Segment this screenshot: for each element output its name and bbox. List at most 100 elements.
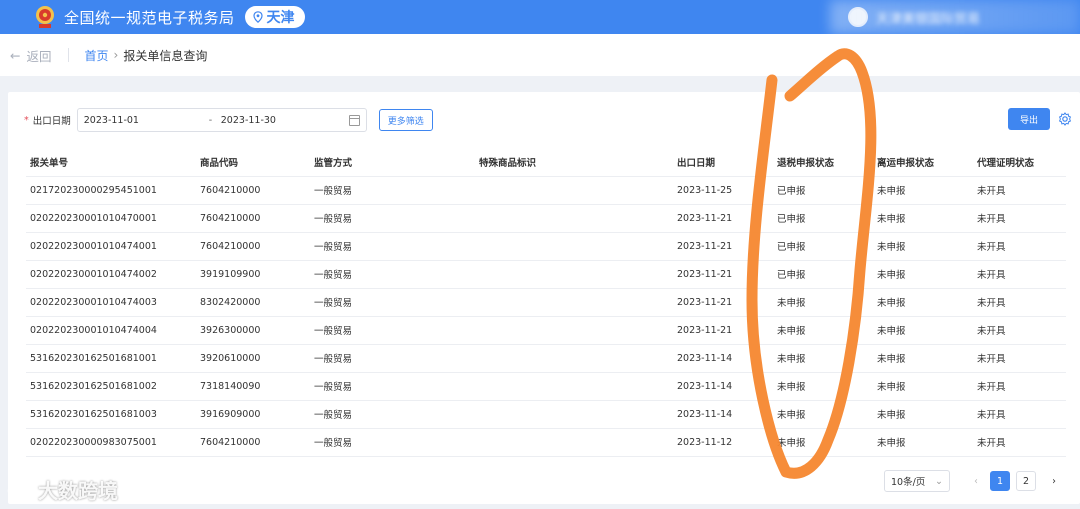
start-date-input[interactable]: 2023-11-01	[84, 115, 209, 126]
table-cell: 2023-11-14	[673, 372, 773, 401]
table-cell: 7604210000	[196, 204, 310, 233]
column-header: 离运申报状态	[873, 148, 973, 177]
table-cell	[475, 260, 673, 289]
more-filter-button[interactable]: 更多筛选	[378, 109, 433, 131]
table-cell: 未申报	[873, 204, 973, 233]
table-cell: 2023-11-21	[673, 316, 773, 345]
table-cell: 020220230001010474004	[26, 316, 196, 345]
date-range-picker[interactable]: 2023-11-01 - 2023-11-30	[76, 108, 367, 132]
filter-row: * 出口日期 2023-11-01 - 2023-11-30 更多筛选	[24, 108, 433, 132]
table-cell: 未申报	[873, 344, 973, 373]
table-cell: 一般贸易	[310, 428, 475, 457]
table-cell: 一般贸易	[310, 232, 475, 261]
breadcrumb-home-link[interactable]: 首页	[85, 47, 109, 64]
user-menu[interactable]: 天津美银国际贸易	[830, 0, 1080, 34]
table-cell: 未开具	[973, 260, 1066, 289]
table-cell: 3926300000	[196, 316, 310, 345]
table-cell: 531620230162501681001	[26, 344, 196, 373]
date-separator: -	[208, 114, 213, 126]
table-cell: 已申报	[773, 176, 873, 205]
table-cell: 未申报	[873, 288, 973, 317]
table-cell: 未申报	[873, 316, 973, 345]
table-cell	[475, 176, 673, 205]
table-cell: 未开具	[973, 204, 1066, 233]
table-cell: 531620230162501681002	[26, 372, 196, 401]
export-button[interactable]: 导出	[1008, 108, 1050, 130]
breadcrumb-current: 报关单信息查询	[123, 48, 208, 63]
column-header: 监管方式	[310, 148, 475, 177]
table-cell: 未申报	[773, 428, 873, 457]
back-label: 返回	[26, 48, 52, 64]
app-title: 全国统一规范电子税务局	[64, 8, 235, 27]
chevron-down-icon: ⌄	[935, 475, 943, 487]
table-row[interactable]: 020220230001010474001 7604210000 一般贸易 2023-…	[26, 232, 1066, 261]
table-cell: 2023-11-25	[673, 176, 773, 205]
table-cell: 2023-11-21	[673, 232, 773, 261]
table-cell: 531620230162501681003	[26, 400, 196, 429]
table-row[interactable]: 020220230001010470001 7604210000 一般贸易 2023-…	[26, 204, 1066, 233]
table-cell: 2023-11-14	[673, 400, 773, 429]
table-cell: 7604210000	[196, 232, 310, 261]
table-cell: 未申报	[773, 344, 873, 373]
calendar-icon[interactable]	[348, 114, 360, 126]
table-cell: 2023-11-21	[673, 260, 773, 289]
table-cell: 3916909000	[196, 400, 310, 429]
page-button-1[interactable]: 1	[990, 471, 1010, 491]
table-row[interactable]: 020220230001010474002 3919109900 一般贸易 2023-…	[26, 260, 1066, 289]
table-row[interactable]: 531620230162501681003 3916909000 一般贸易 2023-…	[26, 400, 1066, 429]
back-button[interactable]: ← 返回	[10, 46, 52, 65]
column-header: 报关单号	[26, 148, 196, 177]
table-cell: 020220230001010474003	[26, 288, 196, 317]
table-row[interactable]: 531620230162501681001 3920610000 一般贸易 2023-…	[26, 344, 1066, 373]
table-cell: 已申报	[773, 204, 873, 233]
page-size-label: 10条/页	[891, 477, 926, 488]
table-cell	[475, 288, 673, 317]
table-cell: 未开具	[973, 232, 1066, 261]
table-row[interactable]: 020220230000983075001 7604210000 一般贸易 2023-…	[26, 428, 1066, 457]
table-cell: 未申报	[873, 232, 973, 261]
table-cell: 已申报	[773, 260, 873, 289]
table-cell: 未申报	[873, 176, 973, 205]
table-cell: 未开具	[973, 372, 1066, 401]
table-cell: 未开具	[973, 316, 1066, 345]
table-cell: 未申报	[873, 400, 973, 429]
table-cell	[475, 400, 673, 429]
region-label: 天津	[266, 10, 295, 26]
table-row[interactable]: 020220230001010474004 3926300000 一般贸易 2023-…	[26, 316, 1066, 345]
table-cell: 020220230001010474002	[26, 260, 196, 289]
table-cell: 未申报	[873, 260, 973, 289]
tax-bureau-logo-icon	[32, 4, 58, 30]
region-selector[interactable]: 天津	[244, 6, 305, 28]
table-cell: 一般贸易	[310, 344, 475, 373]
table-cell: 未申报	[773, 400, 873, 429]
table-cell: 3919109900	[196, 260, 310, 289]
pagination: 10条/页 ⌄ ‹ 1 2 ›	[884, 470, 1062, 492]
table-cell: 一般贸易	[310, 372, 475, 401]
column-header: 出口日期	[673, 148, 773, 177]
page-button-2[interactable]: 2	[1016, 471, 1036, 491]
gear-icon[interactable]	[1058, 112, 1072, 126]
table-row[interactable]: 020220230001010474003 8302420000 一般贸易 2023-…	[26, 288, 1066, 317]
table-cell: 020220230001010470001	[26, 204, 196, 233]
next-page-icon[interactable]: ›	[1046, 476, 1062, 487]
column-header: 商品代码	[196, 148, 310, 177]
column-header: 代理证明状态	[973, 148, 1066, 177]
table-row[interactable]: 531620230162501681002 7318140090 一般贸易 2023-…	[26, 372, 1066, 401]
table-row[interactable]: 021720230000295451001 7604210000 一般贸易 2023-…	[26, 176, 1066, 205]
table-cell: 7604210000	[196, 176, 310, 205]
table-cell: 未申报	[873, 428, 973, 457]
location-pin-icon	[252, 11, 263, 23]
table-cell: 未申报	[773, 372, 873, 401]
table-cell: 一般贸易	[310, 260, 475, 289]
table-cell: 未申报	[773, 316, 873, 345]
page-size-select[interactable]: 10条/页 ⌄	[884, 470, 950, 492]
prev-page-icon[interactable]: ‹	[968, 476, 984, 487]
divider	[67, 48, 69, 62]
table-cell	[475, 232, 673, 261]
table-cell: 7604210000	[196, 428, 310, 457]
chevron-right-icon: ›	[113, 48, 119, 62]
end-date-input[interactable]: 2023-11-30	[221, 115, 349, 126]
table-cell: 020220230000983075001	[26, 428, 196, 457]
table-cell	[475, 428, 673, 457]
user-name[interactable]: 天津美银国际贸易	[876, 8, 980, 27]
